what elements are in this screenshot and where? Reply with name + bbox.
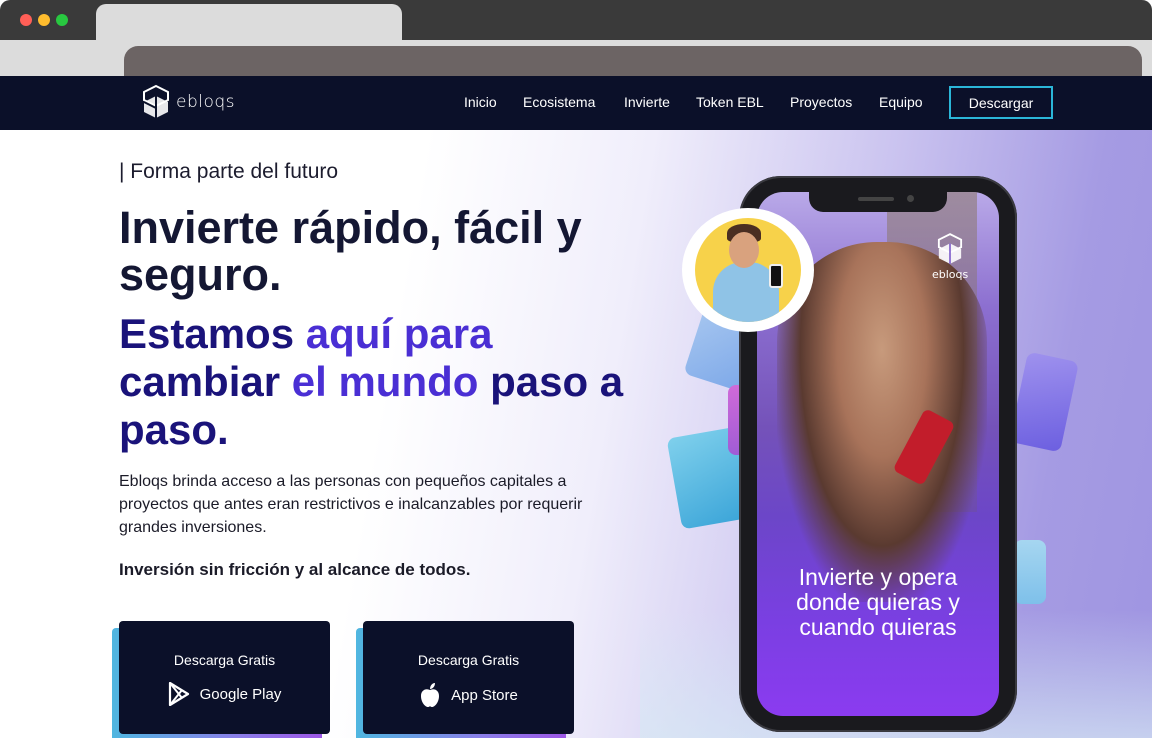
maximize-window-icon[interactable]: [56, 14, 68, 26]
phone-camera: [907, 195, 914, 202]
phone-speaker: [858, 197, 894, 201]
subtitle-part: cambiar: [119, 358, 292, 405]
close-window-icon[interactable]: [20, 14, 32, 26]
brand-name: ebloqs: [176, 92, 236, 112]
screen-caption-line: Invierte y opera: [798, 564, 958, 590]
hero-description: Ebloqs brinda acceso a las personas con …: [119, 473, 583, 536]
screen-logo: ebloqs: [932, 232, 968, 281]
nav-link-token-ebl[interactable]: Token EBL: [696, 94, 764, 110]
subtitle-highlight: aquí para: [305, 310, 493, 357]
store-button-label: Google Play: [199, 685, 282, 703]
store-button-caption: Descarga Gratis: [173, 652, 276, 668]
screen-caption-line: cuando quieras: [799, 614, 957, 640]
screen-caption: Invierte y opera donde quieras y cuando …: [762, 565, 994, 640]
download-button[interactable]: Descargar: [949, 86, 1053, 119]
avatar-head: [729, 232, 759, 268]
hero-subtitle: Estamos aquí para cambiar el mundo paso …: [119, 310, 639, 454]
apple-icon: [421, 683, 440, 707]
subtitle-highlight: el mundo: [291, 358, 479, 405]
subtitle-part: Estamos: [119, 310, 306, 357]
browser-tab[interactable]: [96, 4, 402, 44]
nav-link-inicio[interactable]: Inicio: [464, 94, 497, 110]
avatar-phone-icon: [769, 264, 783, 288]
phone-notch: [809, 190, 947, 212]
screen-person-photo: [777, 242, 987, 602]
store-button-caption: Descarga Gratis: [417, 652, 520, 668]
address-bar[interactable]: [124, 46, 1142, 76]
ebloqs-logo-icon: [938, 233, 963, 264]
nav-link-ecosistema[interactable]: Ecosistema: [523, 94, 595, 110]
hero-kicker: | Forma parte del futuro: [119, 160, 339, 183]
nav-link-proyectos[interactable]: Proyectos: [790, 94, 852, 110]
ebloqs-logo-icon: [143, 84, 169, 118]
avatar: [695, 218, 801, 322]
google-play-icon: [168, 682, 189, 706]
hero-title: Invierte rápido, fácil y seguro.: [119, 202, 582, 300]
decorative-cube: [1014, 540, 1046, 604]
google-play-button[interactable]: Descarga Gratis Google Play: [119, 621, 330, 734]
nav-link-invierte[interactable]: Invierte: [624, 94, 670, 110]
screen-caption-line: donde quieras y: [796, 589, 960, 615]
store-button-label: App Store: [451, 686, 518, 704]
app-store-button[interactable]: Descarga Gratis App Store: [363, 621, 574, 734]
brand-logo[interactable]: ebloqs: [142, 84, 235, 120]
nav-link-equipo[interactable]: Equipo: [879, 94, 923, 110]
hero-tagline: Inversión sin fricción y al alcance de t…: [119, 560, 471, 579]
screen-logo-text: ebloqs: [932, 268, 969, 281]
minimize-window-icon[interactable]: [38, 14, 50, 26]
